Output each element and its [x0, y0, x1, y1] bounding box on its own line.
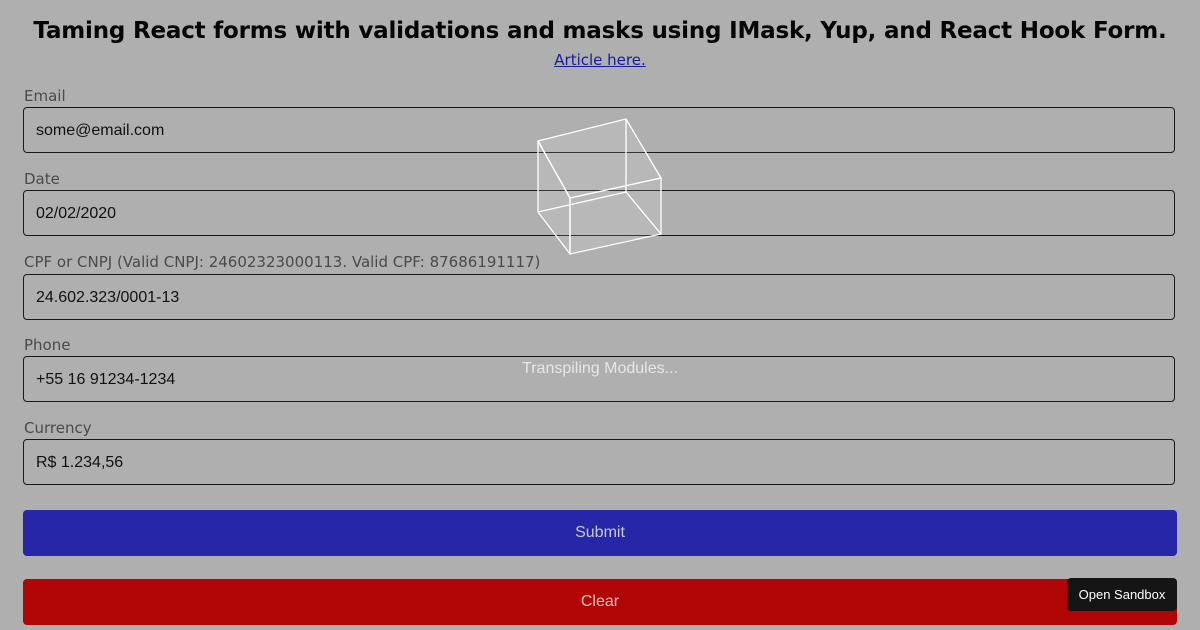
cpf-cnpj-field[interactable]: 24.602.323/0001-13 [23, 274, 1175, 320]
page-title: Taming React forms with validations and … [33, 18, 1167, 44]
clear-button[interactable]: Clear [23, 579, 1177, 625]
date-label: Date [24, 170, 60, 188]
transpiling-status: Transpiling Modules... [522, 360, 678, 377]
open-sandbox-button[interactable]: Open Sandbox [1067, 578, 1177, 611]
currency-field[interactable]: R$ 1.234,56 [23, 439, 1175, 485]
email-label: Email [24, 87, 66, 105]
cpf-cnpj-label: CPF or CNPJ (Valid CNPJ: 24602323000113.… [24, 253, 541, 271]
page: Taming React forms with validations and … [0, 0, 1200, 630]
currency-label: Currency [24, 419, 92, 437]
phone-label: Phone [24, 336, 71, 354]
article-link[interactable]: Article here. [0, 51, 1200, 69]
submit-button[interactable]: Submit [23, 510, 1177, 556]
cube-icon [537, 118, 662, 255]
